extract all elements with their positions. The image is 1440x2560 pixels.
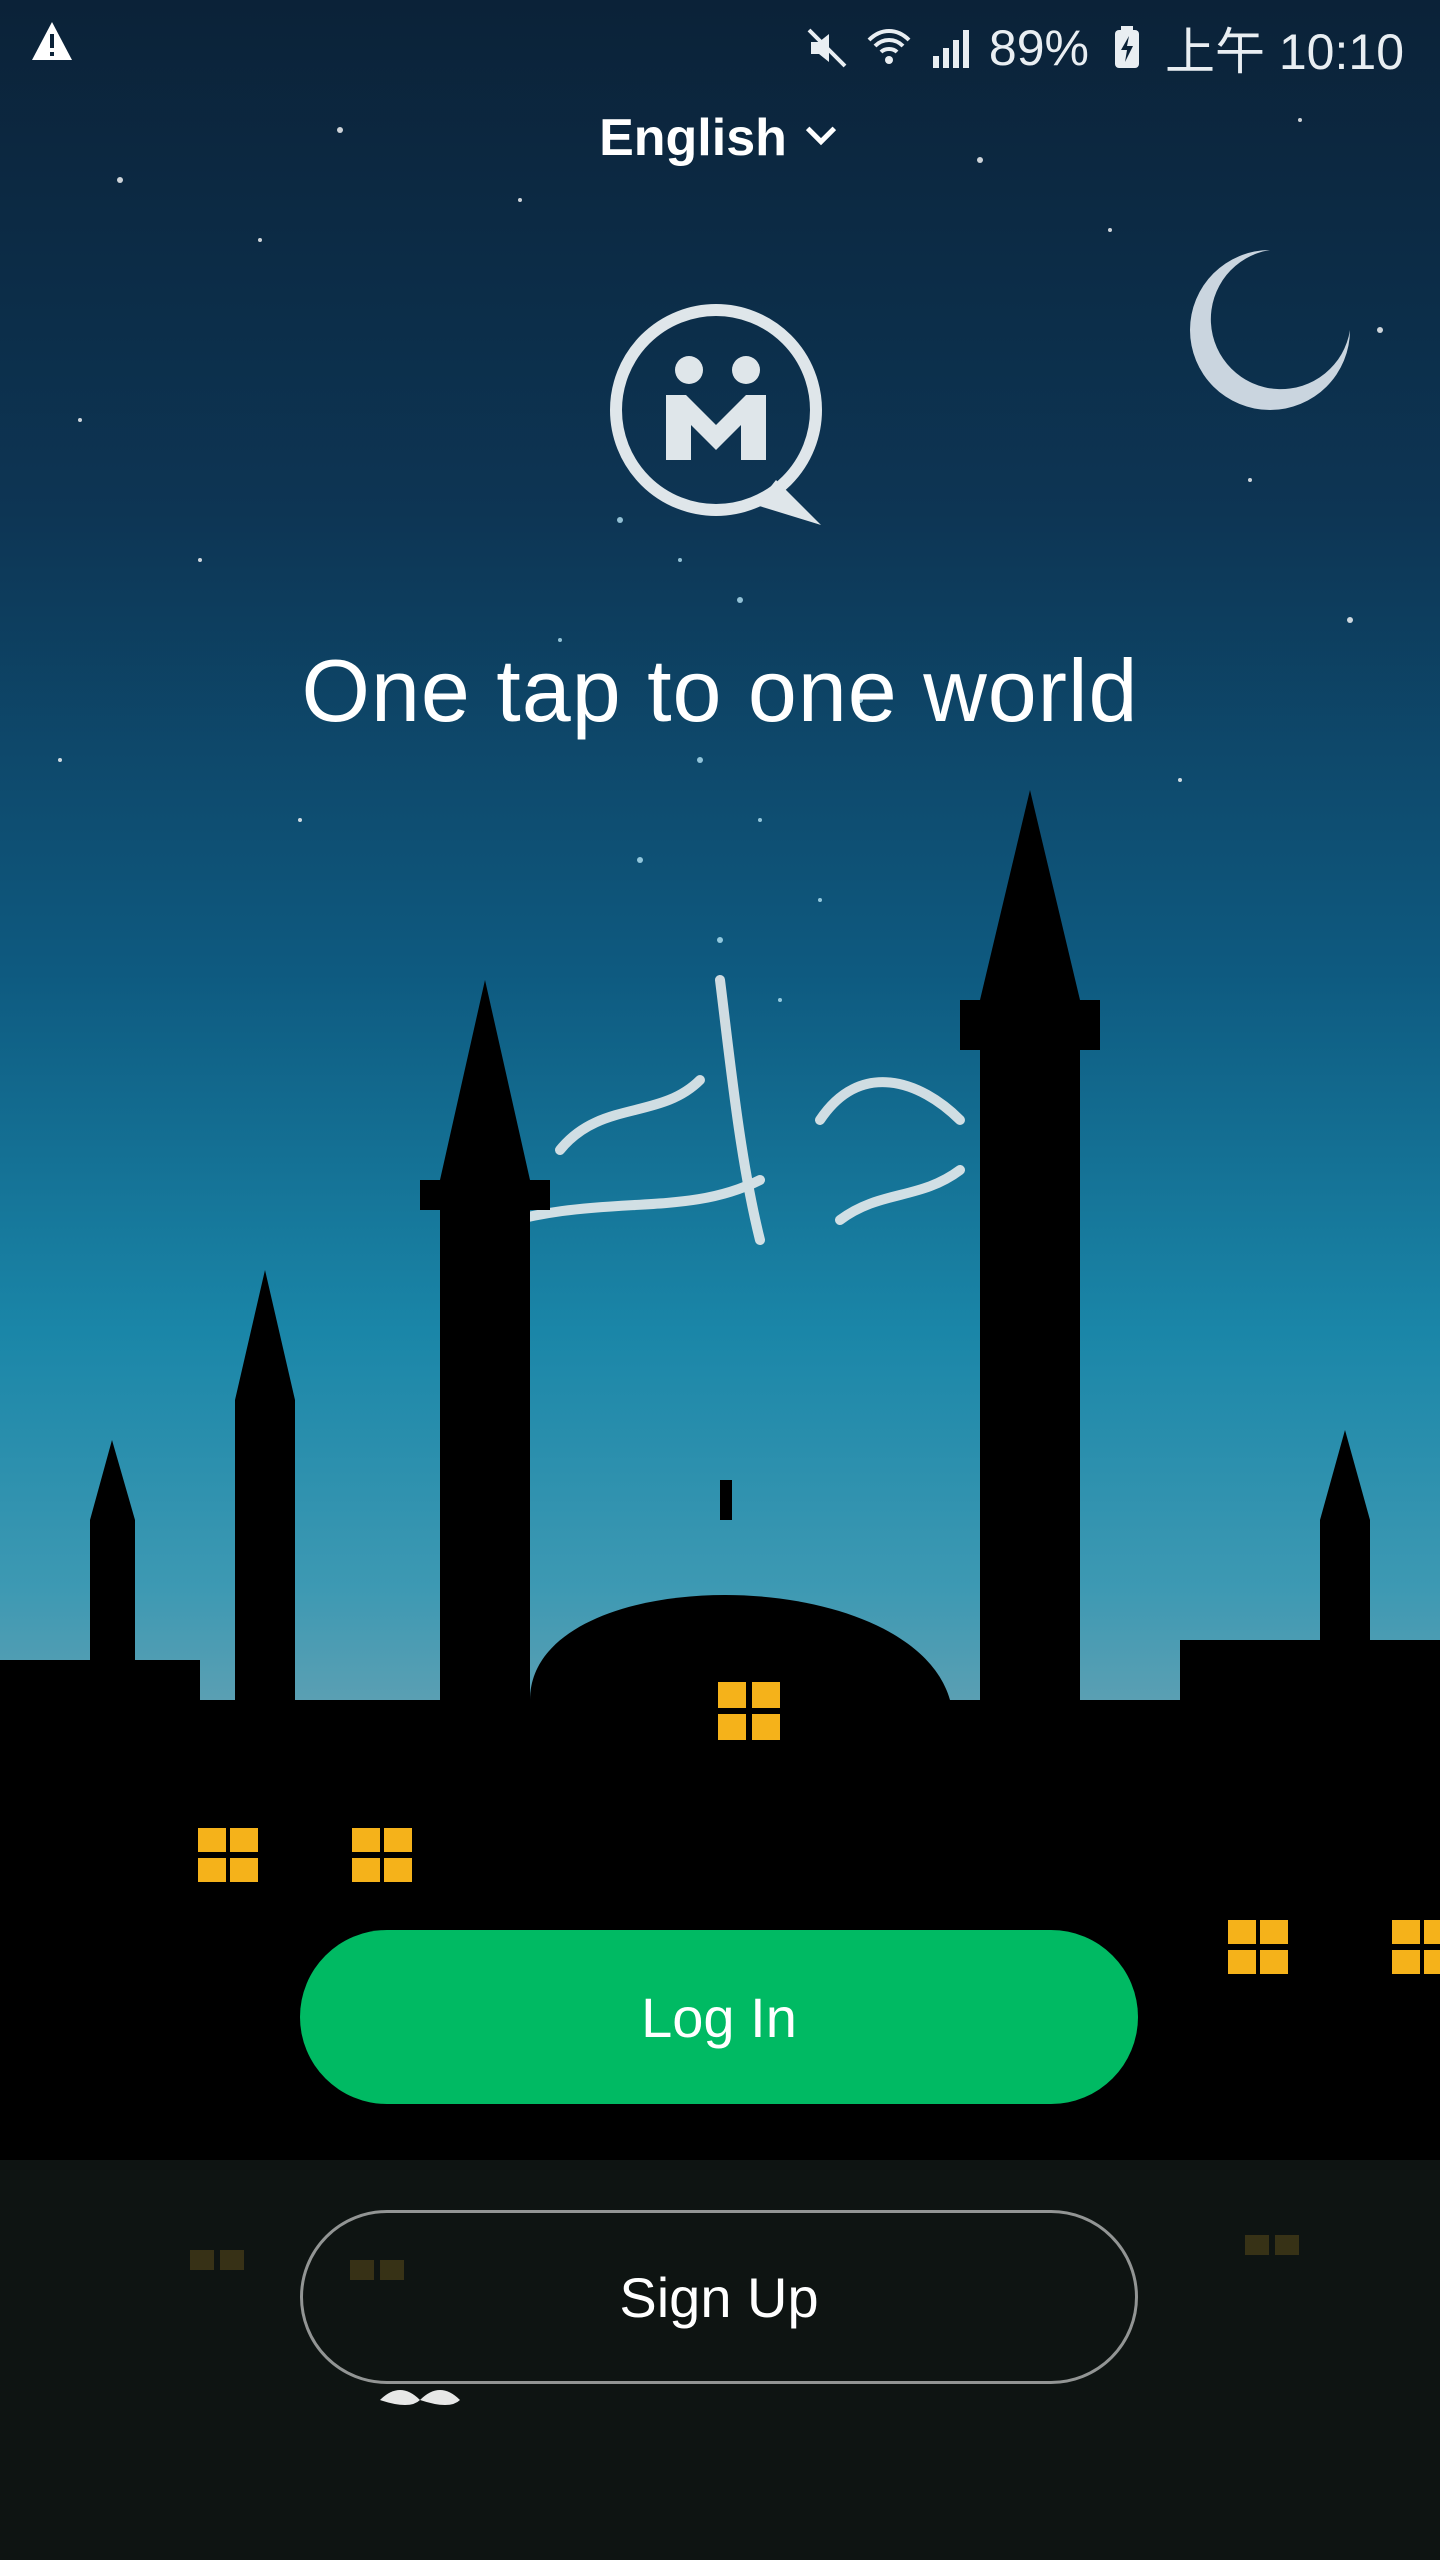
login-button-label: Log In <box>641 1985 797 2049</box>
tagline: One tap to one world <box>301 641 1139 740</box>
welcome-screen: 89% 上午 10:10 English One tap to one worl… <box>0 0 1440 2560</box>
clock: 上午 10:10 <box>1164 24 1404 80</box>
app-logo-icon <box>606 300 836 530</box>
status-right: 89% 上午 10:10 <box>803 12 1404 84</box>
chevron-down-icon <box>801 108 841 168</box>
language-label: English <box>599 109 787 167</box>
signal-icon <box>927 24 975 72</box>
signup-button[interactable]: Sign Up <box>300 2210 1138 2384</box>
status-bar: 89% 上午 10:10 <box>0 0 1440 90</box>
battery-percent: 89% <box>988 20 1089 76</box>
login-button[interactable]: Log In <box>300 1930 1138 2104</box>
warning-icon <box>28 18 80 70</box>
mute-icon <box>803 24 851 72</box>
language-selector[interactable]: English <box>0 108 1440 168</box>
signup-button-label: Sign Up <box>619 2265 819 2329</box>
wifi-icon <box>865 24 913 72</box>
battery-charging-icon <box>1103 24 1151 72</box>
